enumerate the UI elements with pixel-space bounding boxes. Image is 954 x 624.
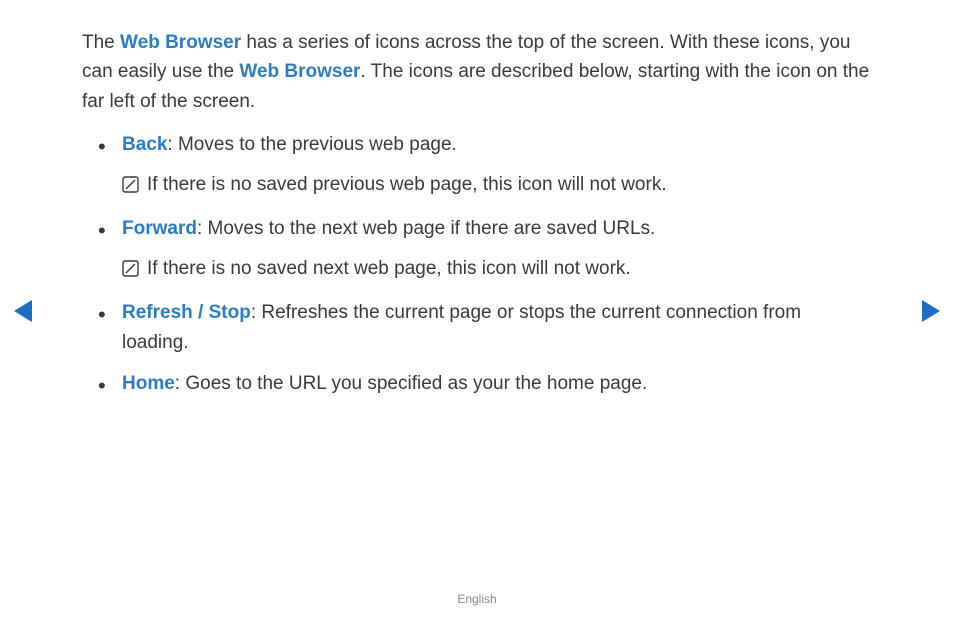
desc-home: : Goes to the URL you specified as your … <box>175 373 647 394</box>
content-area: The Web Browser has a series of icons ac… <box>82 28 872 410</box>
page: The Web Browser has a series of icons ac… <box>0 0 954 624</box>
label-back: Back <box>122 134 167 155</box>
icon-description-list: Back: Moves to the previous web page. If… <box>82 130 872 398</box>
intro-paragraph: The Web Browser has a series of icons ac… <box>82 28 872 116</box>
note-text-forward: If there is no saved next web page, this… <box>147 254 872 283</box>
term-web-browser-2: Web Browser <box>239 61 360 82</box>
note-icon <box>122 257 139 286</box>
desc-forward: : Moves to the next web page if there ar… <box>197 218 655 239</box>
footer-language: English <box>0 592 954 606</box>
prev-page-arrow[interactable] <box>14 300 32 322</box>
list-item-back: Back: Moves to the previous web page. If… <box>118 130 872 202</box>
note-icon <box>122 173 139 202</box>
note-back: If there is no saved previous web page, … <box>122 170 872 202</box>
label-refresh-stop: Refresh / Stop <box>122 302 251 323</box>
label-home: Home <box>122 373 175 394</box>
term-web-browser-1: Web Browser <box>120 32 241 53</box>
intro-text-a: The <box>82 32 120 53</box>
list-item-refresh-stop: Refresh / Stop: Refreshes the current pa… <box>118 298 872 357</box>
note-text-back: If there is no saved previous web page, … <box>147 170 872 199</box>
label-forward: Forward <box>122 218 197 239</box>
desc-back: : Moves to the previous web page. <box>167 134 456 155</box>
note-forward: If there is no saved next web page, this… <box>122 254 872 286</box>
list-item-home: Home: Goes to the URL you specified as y… <box>118 369 872 398</box>
next-page-arrow[interactable] <box>922 300 940 322</box>
list-item-forward: Forward: Moves to the next web page if t… <box>118 214 872 286</box>
